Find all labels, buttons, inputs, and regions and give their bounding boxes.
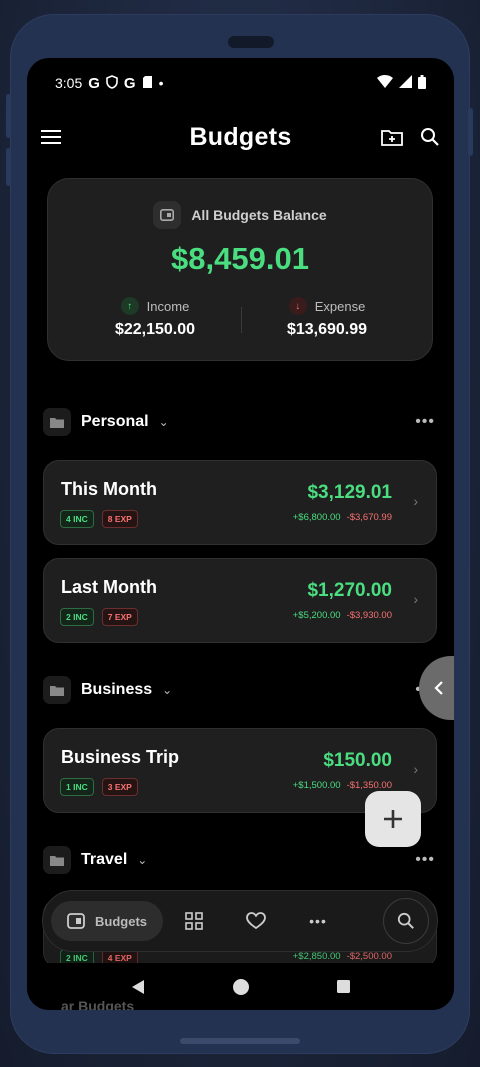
income-value: $22,150.00 [114, 321, 196, 338]
budget-card[interactable]: Last Month 2 INC 7 EXP $1,270.00 +$5,200… [43, 558, 437, 643]
more-icon[interactable]: ••• [415, 413, 435, 431]
group-name: Personal [81, 413, 149, 430]
back-icon[interactable] [130, 979, 146, 995]
budget-name: Last Month [61, 577, 157, 597]
expense-count-badge: 7 EXP [101, 608, 138, 626]
chevron-down-icon[interactable]: ⌄ [137, 853, 147, 867]
group-personal[interactable]: Personal ⌄ ••• [43, 407, 437, 437]
status-bar: 3:05 G G • [27, 58, 454, 108]
power-button [468, 108, 473, 156]
more-icon[interactable]: ••• [415, 851, 435, 869]
app-bar: Budgets [27, 114, 454, 160]
screen: 3:05 G G • Budgets All Budgets Balance $… [27, 58, 454, 1010]
status-time: 3:05 [55, 75, 83, 91]
expense-label: Expense [314, 298, 366, 314]
google-icon: G [88, 74, 100, 92]
recents-icon[interactable] [336, 979, 351, 994]
chevron-down-icon[interactable]: ⌄ [162, 683, 172, 697]
income-count-badge: 2 INC [60, 608, 94, 626]
volume-up-button [6, 94, 11, 138]
chevron-left-icon [434, 681, 443, 695]
plus-icon [384, 810, 402, 828]
battery-icon [418, 74, 426, 92]
bottom-nav: Budgets ••• [42, 890, 438, 952]
nav-favorites[interactable] [225, 901, 287, 941]
income-count-badge: 4 INC [60, 510, 94, 528]
budget-total: $1,270.00 [307, 580, 392, 601]
income-count-badge: 1 INC [60, 778, 94, 796]
income-summary: ↑ Income $22,150.00 [75, 297, 235, 339]
budget-expense: -$2,500.00 [346, 951, 392, 962]
group-name: Travel [81, 851, 128, 868]
expense-value: $13,690.99 [286, 321, 368, 338]
balance-card: All Budgets Balance $8,459.01 ↑ Income $… [47, 178, 433, 361]
section-title-peek: ar Budgets [61, 998, 135, 1010]
nav-dashboard[interactable] [163, 901, 225, 941]
budget-expense: -$1,350.00 [346, 780, 392, 791]
budget-expense: -$3,930.00 [346, 610, 392, 621]
earpiece [228, 36, 274, 48]
chevron-right-icon: › [413, 591, 418, 607]
nav-more[interactable]: ••• [287, 901, 349, 941]
budget-expense: -$3,670.99 [346, 512, 392, 523]
budgets-icon [67, 913, 85, 929]
budget-card[interactable]: This Month 4 INC 8 EXP $3,129.01 +$6,800… [43, 460, 437, 545]
divider [241, 307, 242, 333]
home-icon[interactable] [232, 978, 250, 996]
chevron-right-icon: › [413, 761, 418, 777]
expense-summary: ↓ Expense $13,690.99 [247, 297, 407, 339]
folder-icon [43, 676, 71, 704]
budget-income: +$6,800.00 [292, 512, 341, 523]
add-budget-button[interactable] [365, 791, 421, 847]
more-icon: ••• [309, 913, 327, 929]
volume-down-button [6, 148, 11, 186]
folder-add-icon[interactable] [380, 125, 404, 149]
menu-icon[interactable] [39, 125, 63, 149]
folder-icon [43, 846, 71, 874]
group-business[interactable]: Business ⌄ ••• [43, 675, 437, 705]
arrow-down-icon: ↓ [288, 297, 307, 315]
budget-total: $150.00 [323, 750, 392, 771]
budget-income: +$1,500.00 [292, 780, 341, 791]
grid-icon [185, 912, 203, 930]
chevron-down-icon[interactable]: ⌄ [159, 415, 169, 429]
sd-card-icon [142, 75, 153, 92]
expense-count-badge: 8 EXP [101, 510, 138, 528]
income-label: Income [146, 298, 190, 314]
notification-dot-icon: • [158, 75, 164, 91]
budget-name: Business Trip [61, 747, 180, 767]
nav-search[interactable] [383, 898, 429, 944]
budget-income: +$2,850.00 [292, 951, 341, 962]
group-name: Business [81, 681, 153, 698]
balance-label: All Budgets Balance [191, 207, 327, 223]
google-icon-2: G [123, 74, 136, 92]
balance-amount: $8,459.01 [171, 241, 309, 276]
chevron-right-icon: › [413, 493, 418, 509]
search-icon[interactable] [418, 125, 442, 149]
group-travel[interactable]: Travel ⌄ ••• [43, 845, 437, 875]
shield-icon [106, 74, 118, 92]
budget-total: $3,129.01 [307, 482, 392, 503]
home-indicator [180, 1038, 300, 1044]
heart-icon [246, 912, 266, 930]
signal-icon [399, 75, 412, 91]
folder-icon [43, 408, 71, 436]
side-panel-toggle[interactable] [419, 656, 454, 720]
expense-count-badge: 3 EXP [101, 778, 138, 796]
wifi-icon [377, 75, 393, 91]
budget-income: +$5,200.00 [292, 610, 341, 621]
budget-name: This Month [61, 479, 157, 499]
arrow-up-icon: ↑ [120, 297, 139, 315]
search-icon [397, 912, 414, 929]
nav-budgets[interactable]: Budgets [51, 901, 163, 941]
wallet-icon [153, 201, 182, 229]
nav-budgets-label: Budgets [95, 913, 147, 929]
